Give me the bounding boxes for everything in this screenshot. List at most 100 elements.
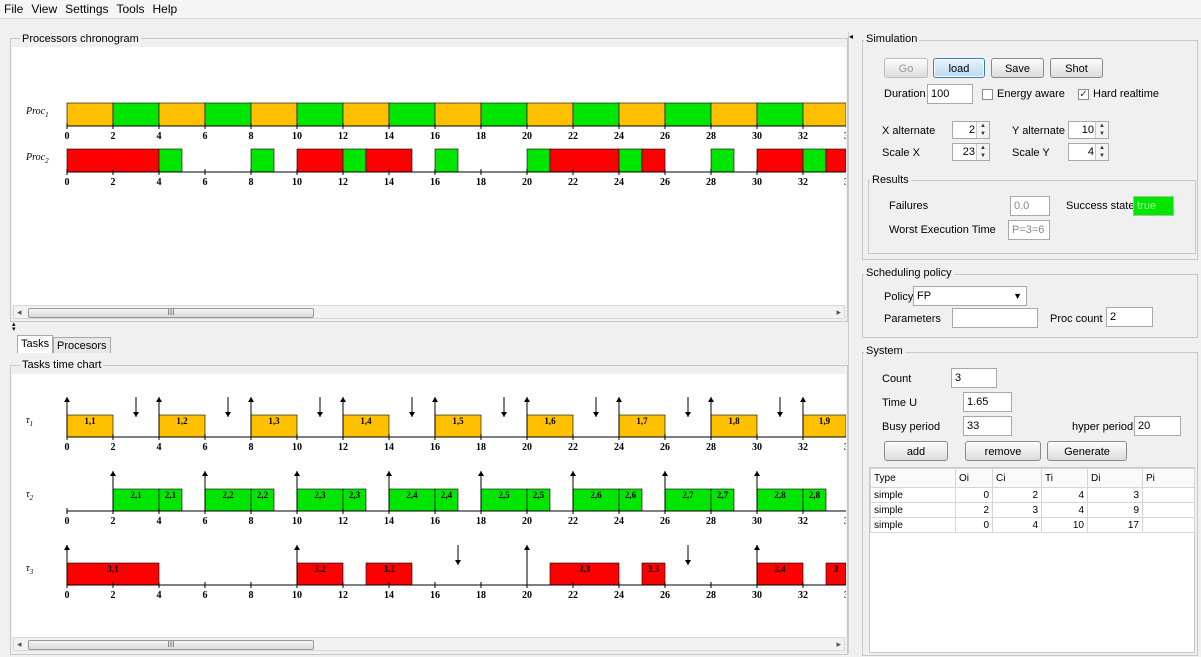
release-arrow-head [294,471,300,476]
schedule-segment [250,102,298,127]
spin-arrows-icon[interactable]: ▲ ▼ [1095,144,1108,160]
schedule-segment [618,102,666,127]
y-alternate-spinbox[interactable]: 10 ▲ ▼ [1068,121,1109,139]
table-cell[interactable]: 9 [1087,502,1143,518]
scale-x-spinbox[interactable]: 23 ▲ ▼ [952,143,990,161]
tab-procesors[interactable]: Procesors [53,337,111,353]
hard-realtime-checkbox[interactable]: ✓ [1078,89,1089,100]
table-cell[interactable]: 4 [1041,502,1088,518]
release-arrow-head [110,471,116,476]
spin-arrows-icon[interactable]: ▲ ▼ [976,122,989,138]
splitter-arrow-icon[interactable]: ▴ ▾ [12,321,16,333]
schedule-segment [756,148,804,173]
scroll-thumb[interactable]: III [28,308,314,318]
tick-label: 10 [292,131,302,142]
tick-label: 14 [384,131,394,142]
table-cell[interactable] [1142,487,1195,503]
scroll-right-arrow[interactable]: ▸ [836,306,841,318]
table-row[interactable]: simple 0 2 4 3 [870,487,1195,503]
column-header[interactable]: Ti [1041,468,1088,488]
column-header[interactable]: Type [870,468,956,488]
table-cell[interactable] [1142,502,1195,518]
menu-view[interactable]: View [27,0,61,16]
scale-y-spinbox[interactable]: 4 ▲ ▼ [1068,143,1109,161]
table-cell[interactable] [1142,517,1195,533]
job-label: 3,4 [774,564,786,574]
shot-button[interactable]: Shot [1050,58,1103,78]
release-arrow-head [64,545,70,550]
table-cell[interactable]: 3 [992,502,1042,518]
spin-arrows-icon[interactable]: ▲ ▼ [1095,122,1108,138]
tick-label: 2 [111,590,116,601]
tick-label: 18 [476,131,486,142]
table-cell[interactable]: 4 [1041,487,1088,503]
tick-label: 24 [614,177,624,188]
remove-button[interactable]: remove [965,441,1041,461]
tick-label: 12 [338,131,348,142]
save-button[interactable]: Save [991,58,1044,78]
table-row[interactable]: simple 2 3 4 9 [870,502,1195,518]
go-button[interactable]: Go [884,58,928,78]
table-cell[interactable]: simple [870,487,956,503]
proc-count-field[interactable]: 2 [1106,307,1153,327]
menu-file[interactable]: File [0,0,27,16]
parameters-field[interactable] [952,308,1038,328]
splitter-arrow-icon[interactable]: ◂ [849,32,853,41]
menu-settings[interactable]: Settings [61,0,112,16]
tick-label: 24 [614,131,624,142]
column-header[interactable]: Pi [1142,468,1195,488]
tasks-horizontal-scrollbar[interactable]: ◂ III ▸ [13,637,845,651]
splitter-handle[interactable] [848,32,859,654]
table-cell[interactable]: 10 [1041,517,1088,533]
release-arrow-head [340,397,346,402]
table-cell[interactable]: simple [870,502,956,518]
scroll-left-arrow[interactable]: ◂ [17,306,22,318]
hard-realtime-label: Hard realtime [1093,88,1160,100]
tick-label: 20 [522,516,532,527]
table-cell[interactable]: 0 [955,487,993,503]
tick-label: 14 [384,177,394,188]
table-cell[interactable]: 0 [955,517,993,533]
load-button[interactable]: load [933,58,985,78]
time-u-field[interactable]: 1.65 [963,392,1012,412]
chevron-down-icon[interactable]: ▼ [1013,287,1022,305]
count-field[interactable]: 3 [951,368,997,388]
menu-tools[interactable]: Tools [113,0,149,16]
duration-field[interactable]: 100 [927,84,973,104]
x-alternate-spinbox[interactable]: 2 ▲ ▼ [952,121,990,139]
column-header[interactable]: Di [1087,468,1143,488]
hyper-period-field[interactable]: 20 [1134,416,1181,436]
schedule-segment [66,148,160,173]
table-cell[interactable]: 2 [955,502,993,518]
tick-label: 16 [430,590,440,601]
scroll-thumb[interactable]: III [28,640,314,650]
energy-aware-checkbox[interactable] [982,89,993,100]
generate-button[interactable]: Generate [1047,441,1127,461]
table-cell[interactable]: simple [870,517,956,533]
column-header[interactable]: Ci [992,468,1042,488]
scroll-left-arrow[interactable]: ◂ [17,638,22,650]
tick-label: 18 [476,590,486,601]
release-arrow-head [386,471,392,476]
add-button[interactable]: add [884,441,948,461]
spin-arrows-icon[interactable]: ▲ ▼ [976,144,989,160]
table-cell[interactable]: 3 [1087,487,1143,503]
tab-tasks[interactable]: Tasks [17,335,54,353]
scroll-right-arrow[interactable]: ▸ [836,638,841,650]
table-row[interactable]: simple 0 4 10 17 [870,517,1195,533]
proc-count-label: Proc count [1050,313,1103,325]
processors-horizontal-scrollbar[interactable]: ◂ III ▸ [13,305,845,319]
busy-period-field[interactable]: 33 [963,416,1012,436]
tick-label: 32 [798,442,808,453]
menu-help[interactable]: Help [149,0,182,16]
table-cell[interactable]: 2 [992,487,1042,503]
release-arrow-head [156,397,162,402]
y-alternate-value: 10 [1081,124,1094,136]
tick-label: 20 [522,131,532,142]
table-cell[interactable]: 4 [992,517,1042,533]
job-label: 2,2 [257,490,269,500]
column-header[interactable]: Oi [955,468,993,488]
table-cell[interactable]: 17 [1087,517,1143,533]
policy-dropdown[interactable]: FP ▼ [913,286,1027,306]
tick-label: 30 [752,177,762,188]
